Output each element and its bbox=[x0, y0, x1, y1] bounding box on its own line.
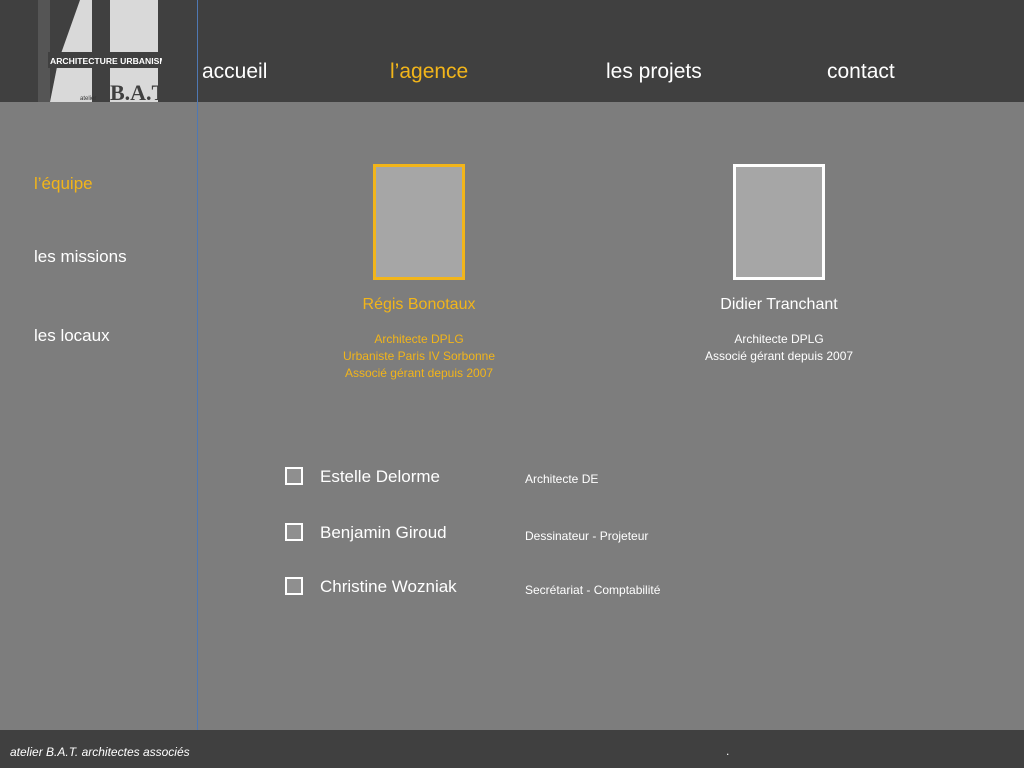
partner-details: Architecte DPLG Urbaniste Paris IV Sorbo… bbox=[289, 331, 549, 382]
staff-role: Secrétariat - Comptabilité bbox=[525, 583, 661, 597]
staff-role: Architecte DE bbox=[525, 472, 599, 486]
staff-name: Christine Wozniak bbox=[320, 577, 457, 596]
staff-role: Dessinateur - Projeteur bbox=[525, 529, 649, 543]
footer-bar: atelier B.A.T. architectes associés . bbox=[0, 730, 1024, 768]
nav-les-projets[interactable]: les projets bbox=[606, 60, 702, 84]
sidebar-divider bbox=[197, 0, 198, 730]
svg-text:atelier: atelier bbox=[80, 96, 96, 102]
partner-name: Didier Tranchant bbox=[720, 296, 838, 313]
staff-checkbox-christine-wozniak[interactable] bbox=[285, 577, 303, 595]
header-bar: ARCHITECTURE URBANISME atelier B.A.T acc… bbox=[0, 0, 1024, 102]
logo-mark: ARCHITECTURE URBANISME atelier B.A.T bbox=[38, 0, 162, 102]
partner-detail-line: Associé gérant depuis 2007 bbox=[344, 366, 494, 380]
partner-detail-line: Architecte DPLG bbox=[374, 332, 464, 346]
partner-detail-line: Architecte DPLG bbox=[734, 332, 824, 346]
atelier-bat-logo[interactable]: ARCHITECTURE URBANISME atelier B.A.T bbox=[38, 0, 162, 102]
partner-detail-line: Associé gérant depuis 2007 bbox=[704, 349, 854, 363]
partner-photo-didier-tranchant[interactable] bbox=[733, 164, 825, 280]
staff-checkbox-estelle-delorme[interactable] bbox=[285, 467, 303, 485]
svg-text:B.A.T: B.A.T bbox=[110, 80, 162, 102]
sidebar-item-les-missions[interactable]: les missions bbox=[34, 247, 127, 267]
sidebar-item-les-locaux[interactable]: les locaux bbox=[34, 326, 110, 346]
sidebar-item-lequipe[interactable]: l’équipe bbox=[34, 174, 93, 194]
footer-text: atelier B.A.T. architectes associés bbox=[10, 745, 190, 759]
nav-contact[interactable]: contact bbox=[827, 60, 895, 84]
nav-lagence[interactable]: l’agence bbox=[390, 60, 468, 84]
footer-dot: . bbox=[726, 744, 730, 758]
partner-name: Régis Bonotaux bbox=[362, 296, 476, 313]
partner-photo-regis-bonotaux[interactable] bbox=[373, 164, 465, 280]
staff-name: Estelle Delorme bbox=[320, 467, 440, 486]
partner-details: Architecte DPLG Associé gérant depuis 20… bbox=[649, 331, 909, 365]
staff-name: Benjamin Giroud bbox=[320, 523, 447, 542]
partner-detail-line: Urbaniste Paris IV Sorbonne bbox=[342, 349, 496, 363]
nav-accueil[interactable]: accueil bbox=[202, 60, 267, 84]
svg-text:ARCHITECTURE URBANISME: ARCHITECTURE URBANISME bbox=[50, 56, 162, 66]
staff-checkbox-benjamin-giroud[interactable] bbox=[285, 523, 303, 541]
